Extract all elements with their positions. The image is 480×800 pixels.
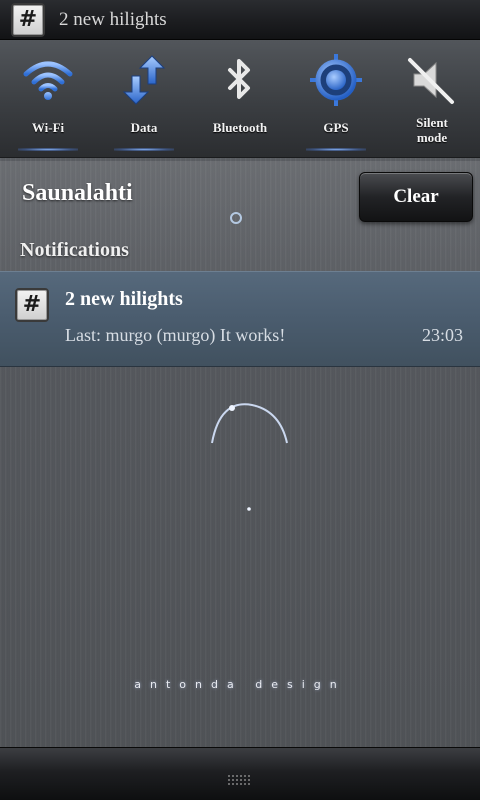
- active-indicator: [18, 148, 78, 151]
- quick-setting-bluetooth[interactable]: Bluetooth: [192, 40, 288, 158]
- notification-title: 2 new hilights: [65, 288, 183, 310]
- quick-setting-silent-mode[interactable]: Silent mode: [384, 40, 480, 158]
- notification-item[interactable]: # 2 new hilights Last: murgo (murgo) It …: [0, 271, 480, 367]
- quick-setting-label: Silent mode: [384, 115, 480, 145]
- notification-time: 23:03: [421, 325, 463, 345]
- quick-setting-label: Data: [130, 120, 158, 135]
- silent-mode-icon: [404, 52, 460, 108]
- section-title: Notifications: [20, 239, 129, 261]
- status-title: 2 new hilights: [59, 8, 167, 30]
- carrier-name: Saunalahti: [22, 180, 133, 206]
- quick-setting-gps[interactable]: GPS: [288, 40, 384, 158]
- data-arrows-icon: [116, 52, 172, 108]
- quick-setting-label: GPS: [323, 120, 349, 135]
- hash-icon: #: [15, 288, 49, 322]
- drag-handle[interactable]: [228, 775, 252, 787]
- gps-icon: [308, 52, 364, 108]
- notification-text: Last: murgo (murgo) It works!: [65, 325, 286, 345]
- label-line: Silent: [416, 115, 448, 130]
- quick-setting-data[interactable]: Data: [96, 40, 192, 158]
- loading-indicator: [230, 212, 242, 224]
- label-line: mode: [416, 130, 448, 145]
- wifi-icon: [20, 52, 76, 108]
- status-bar: # 2 new hilights: [0, 0, 480, 40]
- brand-text: antonda design: [134, 678, 346, 691]
- bottom-bar[interactable]: [0, 747, 480, 800]
- active-indicator: [306, 148, 366, 151]
- quick-setting-wifi[interactable]: Wi-Fi: [0, 40, 96, 158]
- quick-setting-label: Bluetooth: [212, 120, 268, 135]
- clear-button[interactable]: Clear: [359, 172, 473, 222]
- active-indicator: [114, 148, 174, 151]
- quick-setting-label: Wi-Fi: [31, 120, 65, 135]
- bluetooth-icon: [212, 52, 268, 108]
- hash-icon: #: [11, 2, 45, 37]
- quick-settings: Wi-Fi Data Bluetooth GPS Silent mode: [0, 40, 480, 158]
